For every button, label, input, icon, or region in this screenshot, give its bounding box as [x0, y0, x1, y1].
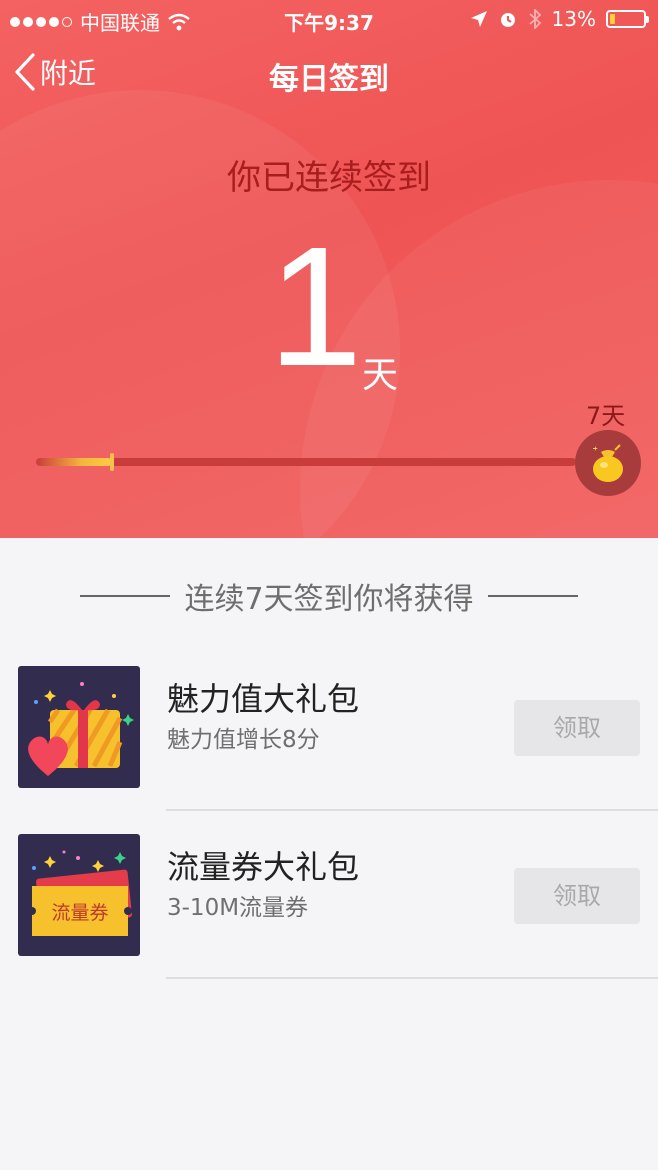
status-bar: 中国联通 下午9:37 13%: [0, 0, 658, 38]
goal-day-label: 7天: [586, 402, 626, 430]
reward-description: 魅力值增长8分: [167, 727, 320, 753]
data-coupon-icon: 流量券: [18, 834, 140, 956]
checkin-header: 中国联通 下午9:37 13% 附近 每日签到 你已连续签到 1 天 7天: [0, 0, 658, 538]
streak-progress-knob: [109, 453, 114, 471]
coupon-text: 流量券: [51, 902, 109, 924]
reward-item-data-coupon-pack: 流量券 流量券大礼包 3-10M流量券 领取: [0, 816, 658, 984]
reward-name: 流量券大礼包: [167, 848, 360, 886]
location-arrow-icon: [470, 11, 487, 27]
rewards-heading: 连续7天签到你将获得: [0, 574, 658, 618]
claim-button[interactable]: 领取: [514, 868, 640, 924]
list-divider: [166, 809, 658, 811]
streak-progress-fill: [36, 458, 112, 466]
battery-icon: [606, 10, 649, 28]
streak-progress-bar: [36, 453, 576, 471]
reward-description: 3-10M流量券: [167, 895, 309, 921]
streak-day-count: 1: [268, 212, 363, 402]
battery-percent: 13%: [551, 7, 596, 31]
reward-name: 魅力值大礼包: [167, 680, 360, 718]
reward-item-charm-pack: 魅力值大礼包 魅力值增长8分 领取: [0, 648, 658, 816]
divider-line: [80, 595, 171, 597]
nav-bar: 附近 每日签到: [0, 38, 658, 112]
list-divider: [166, 977, 658, 979]
streak-day-unit: 天: [362, 355, 399, 396]
money-bag-icon: [593, 444, 623, 482]
alarm-clock-icon: [500, 13, 515, 27]
streak-label: 你已连续签到: [227, 158, 431, 198]
goal-reward-badge: [575, 430, 641, 496]
page-title: 每日签到: [269, 62, 389, 97]
gift-box-heart-icon: [18, 666, 140, 788]
divider-line: [487, 595, 578, 597]
claim-button[interactable]: 领取: [514, 700, 640, 756]
bluetooth-icon: [528, 9, 541, 29]
rewards-heading-text: 连续7天签到你将获得: [184, 582, 474, 617]
